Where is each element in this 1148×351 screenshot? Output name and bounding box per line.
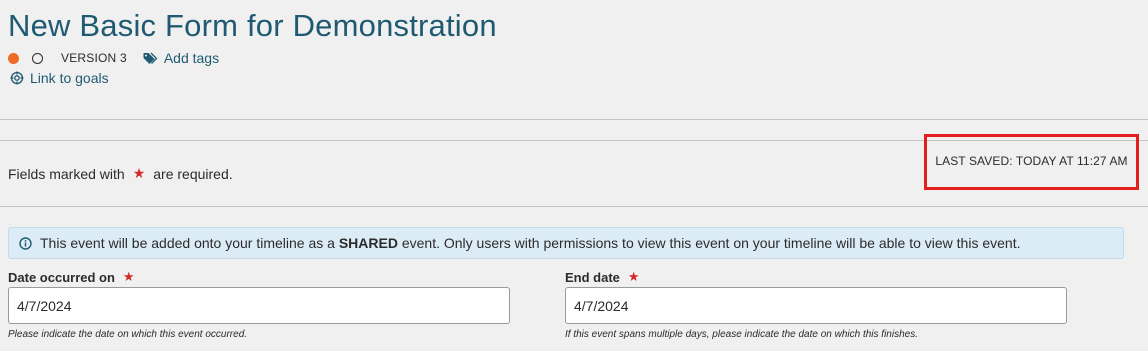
date-occurred-label: Date occurred on ★ bbox=[8, 269, 135, 285]
status-circle-icon bbox=[32, 52, 43, 64]
link-to-goals-link[interactable]: Link to goals bbox=[10, 70, 109, 86]
required-note-suffix: are required. bbox=[153, 165, 233, 182]
tag-icon bbox=[143, 52, 158, 64]
shared-event-info-banner: This event will be added onto your timel… bbox=[8, 227, 1124, 259]
form-meta-row: VERSION 3 Add tags bbox=[8, 49, 219, 67]
end-date-help-text: If this event spans multiple days, pleas… bbox=[565, 329, 918, 340]
date-occurred-input[interactable] bbox=[8, 287, 510, 324]
info-banner-text: This event will be added onto your timel… bbox=[40, 235, 1021, 251]
link-to-goals-label: Link to goals bbox=[30, 70, 109, 86]
add-tags-link[interactable]: Add tags bbox=[143, 50, 219, 66]
required-star-icon: ★ bbox=[627, 269, 640, 284]
divider bbox=[0, 206, 1148, 207]
end-date-input[interactable] bbox=[565, 287, 1067, 324]
version-label: VERSION 3 bbox=[61, 51, 127, 65]
date-occurred-field: Date occurred on ★ Please indicate the d… bbox=[8, 269, 510, 340]
required-fields-note: Fields marked with ★ are required. bbox=[8, 165, 233, 182]
last-saved-status: LAST SAVED: TODAY AT 11:27 AM bbox=[935, 154, 1128, 168]
required-note-prefix: Fields marked with bbox=[8, 165, 125, 182]
date-occurred-help-text: Please indicate the date on which this e… bbox=[8, 329, 248, 340]
divider bbox=[0, 119, 1148, 120]
required-star-icon: ★ bbox=[132, 165, 146, 181]
add-tags-label: Add tags bbox=[163, 50, 220, 66]
page-title: New Basic Form for Demonstration bbox=[8, 8, 497, 43]
status-dot-icon bbox=[8, 52, 19, 64]
last-saved-highlight: LAST SAVED: TODAY AT 11:27 AM bbox=[924, 134, 1139, 190]
end-date-field: End date ★ If this event spans multiple … bbox=[565, 269, 1067, 340]
info-icon bbox=[19, 236, 32, 250]
required-star-icon: ★ bbox=[122, 269, 135, 284]
target-icon bbox=[10, 71, 24, 85]
end-date-label: End date ★ bbox=[565, 269, 640, 285]
